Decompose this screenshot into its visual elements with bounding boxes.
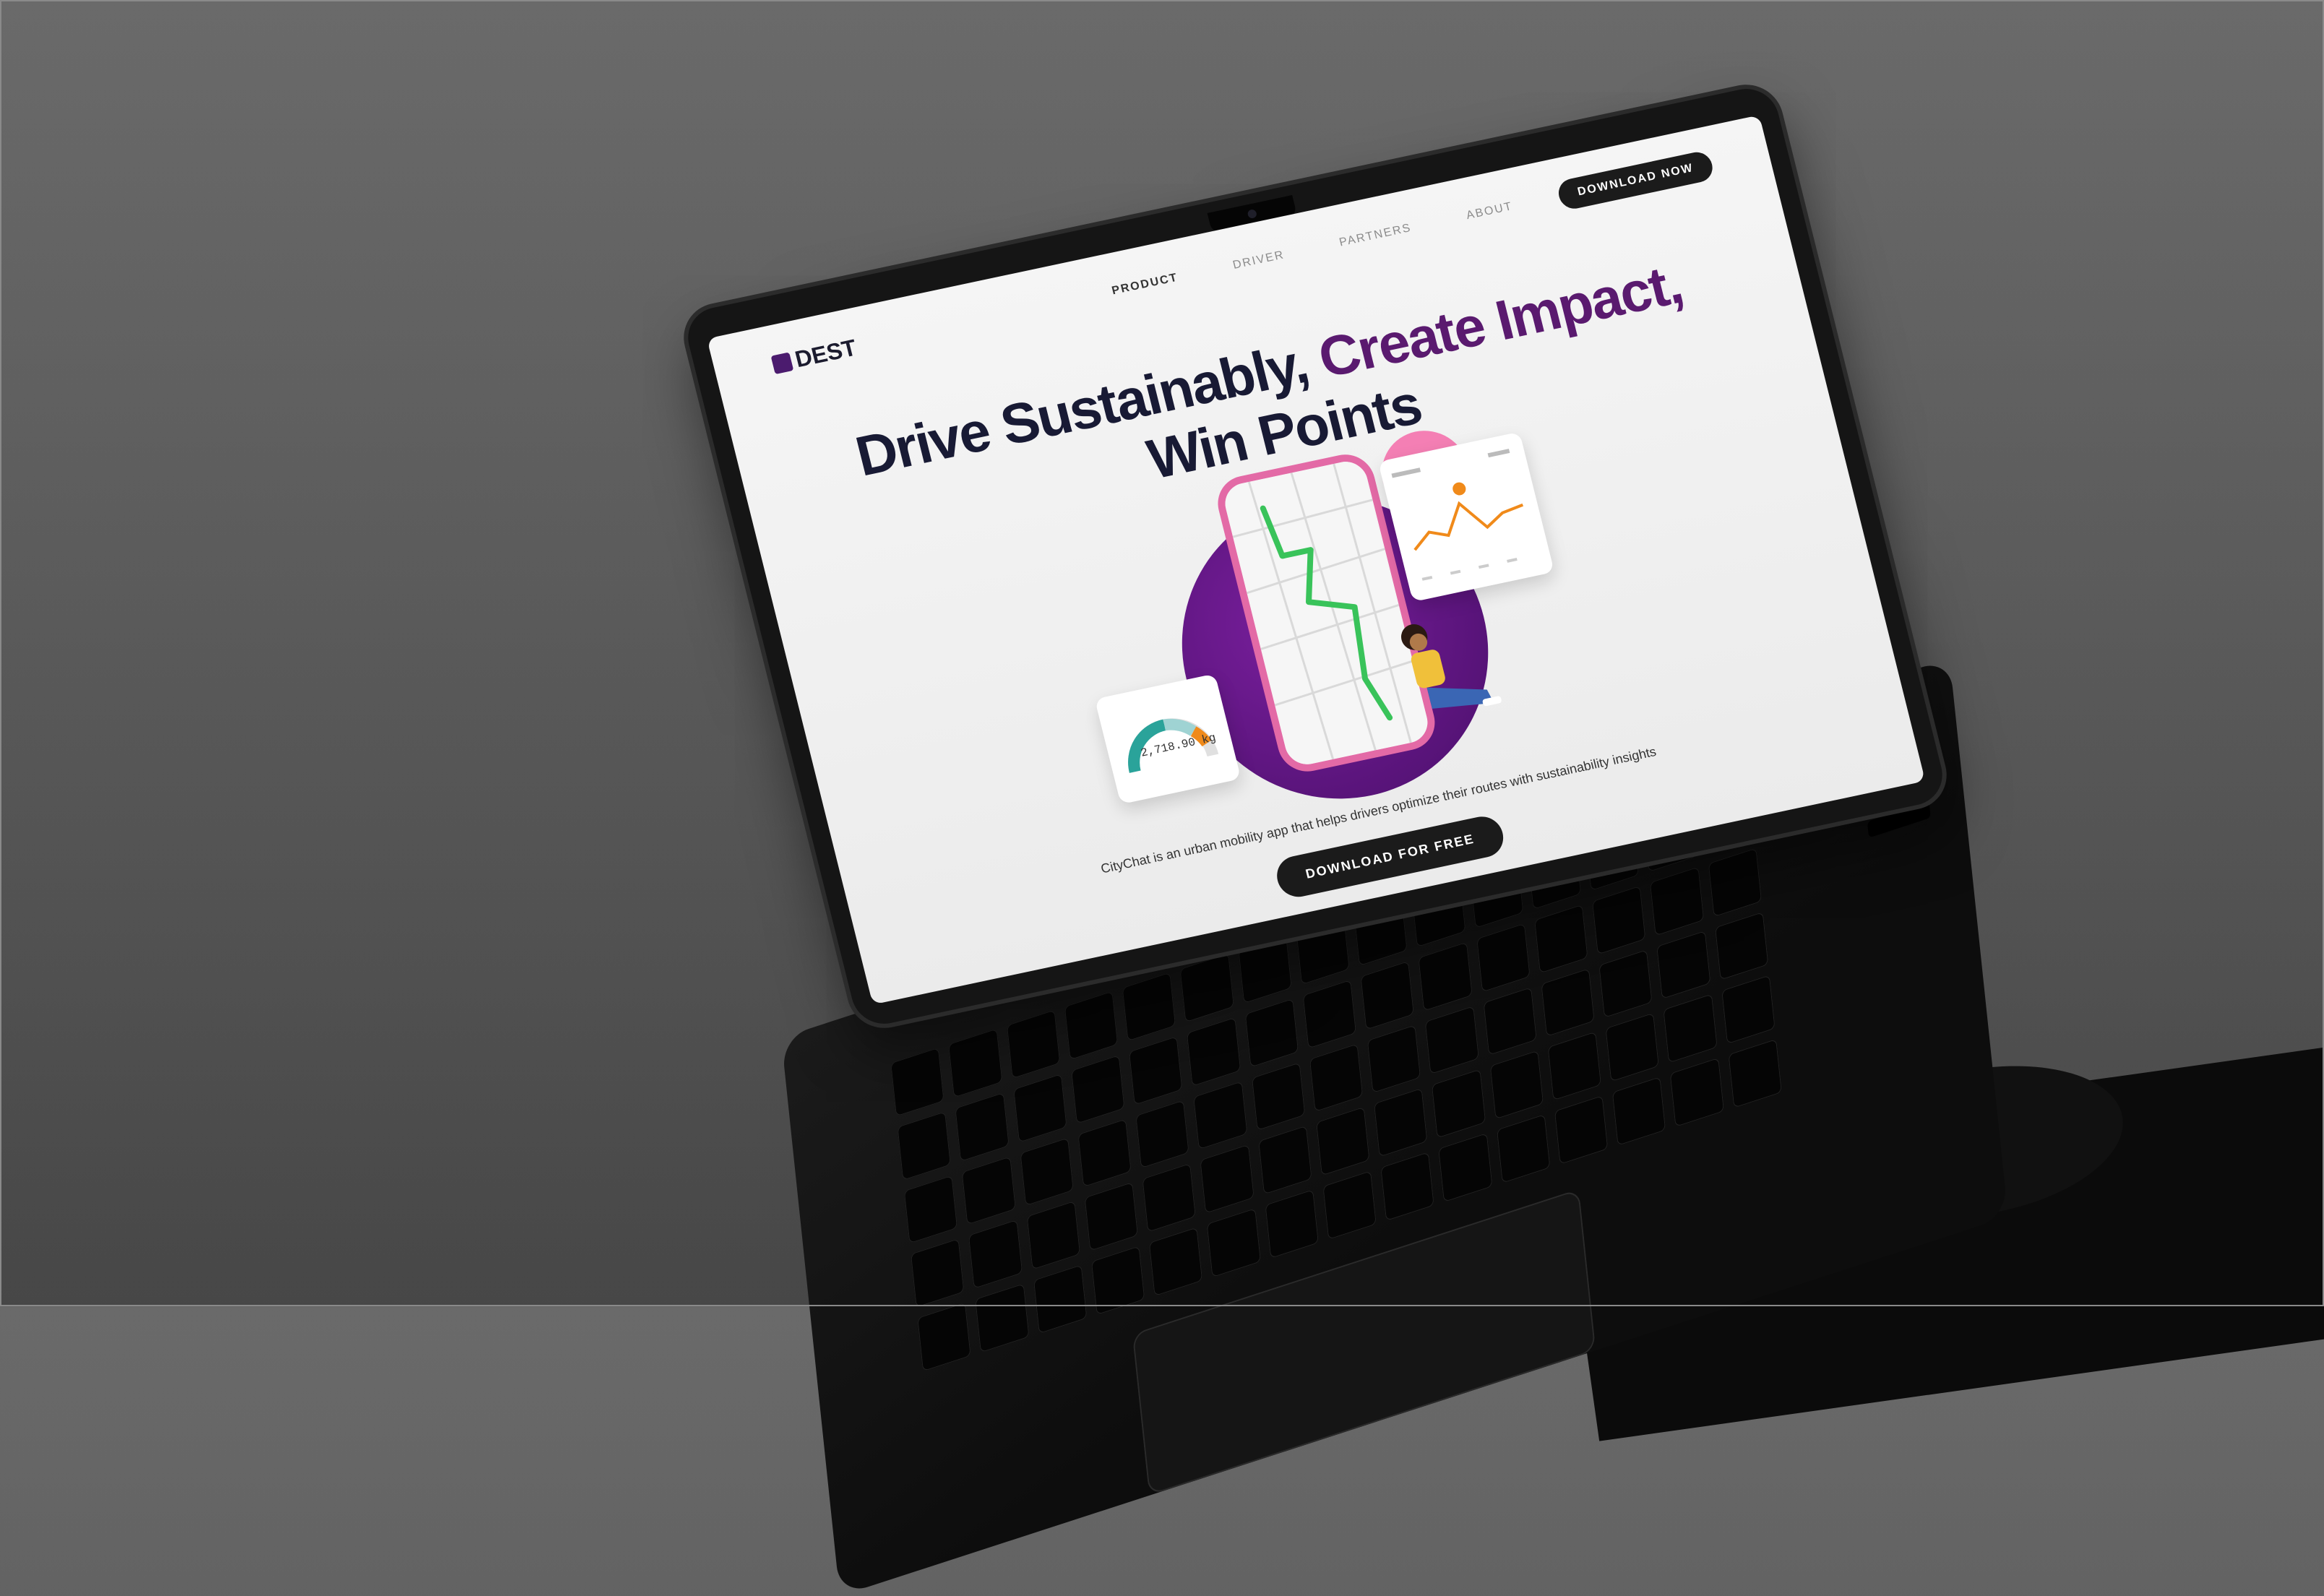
keyboard-key (1438, 1133, 1493, 1202)
keyboard-key (1033, 1264, 1088, 1334)
keyboard-key (1302, 979, 1357, 1049)
keyboard-key (961, 1156, 1016, 1225)
nav-link-partners[interactable]: PARTNERS (1338, 222, 1413, 250)
keyboard-key (903, 1175, 958, 1244)
keyboard-key (1670, 1058, 1724, 1127)
keyboard-key (911, 1238, 965, 1308)
keyboard-key (1534, 904, 1588, 974)
keyboard-key (1187, 1017, 1241, 1087)
keyboard-key (1432, 1069, 1486, 1139)
keyboard-key (1193, 1080, 1248, 1150)
keyboard-key (1547, 1031, 1602, 1101)
brand-logo[interactable]: DEST (770, 335, 859, 378)
keyboard-key (1418, 941, 1473, 1011)
keyboard-key (955, 1092, 1010, 1162)
keyboard-key (1611, 1077, 1666, 1146)
nav-link-about[interactable]: ABOUT (1465, 200, 1514, 223)
keyboard-key (1656, 930, 1711, 1000)
gauge-icon (1128, 718, 1219, 773)
keyboard-key (1425, 1005, 1479, 1075)
keyboard-key (1541, 967, 1595, 1038)
nav-link-driver[interactable]: DRIVER (1231, 249, 1286, 272)
keyboard-key (1322, 1170, 1377, 1241)
keyboard-key (1064, 991, 1119, 1061)
keyboard-key (1650, 866, 1704, 936)
keyboard-key (897, 1110, 952, 1181)
logo-text: DEST (792, 334, 859, 373)
keyboard-key (1084, 1182, 1139, 1251)
keyboard-key (1207, 1208, 1261, 1278)
keyboard-key (1598, 949, 1653, 1019)
keyboard-key (1200, 1144, 1254, 1214)
keyboard-key (1122, 972, 1176, 1042)
keyboard-key (917, 1302, 971, 1372)
keyboard-key (1592, 885, 1646, 955)
keyboard-key (1483, 986, 1537, 1056)
nav-links: PRODUCT DRIVER PARTNERS ABOUT (1111, 200, 1515, 298)
keyboard-key (968, 1220, 1023, 1290)
keyboard-key (1605, 1012, 1660, 1082)
keyboard-key (975, 1283, 1030, 1353)
keyboard-key (1179, 953, 1234, 1023)
keyboard-key (1251, 1061, 1306, 1131)
keyboard-key (1360, 960, 1415, 1030)
emissions-gauge-card: 2,718.90 kg (1094, 673, 1241, 805)
keyboard-key (1374, 1088, 1428, 1157)
keyboard-key (1554, 1095, 1609, 1165)
keyboard-key (1496, 1114, 1551, 1183)
keyboard-key (1489, 1050, 1544, 1120)
keyboard-key (1265, 1189, 1319, 1259)
keyboard-key (1663, 993, 1718, 1064)
logo-mark-icon (770, 351, 794, 374)
headline-part-2: Create Impact, (1312, 251, 1688, 390)
keyboard-key (1309, 1043, 1364, 1113)
keyboard-key (1721, 975, 1776, 1045)
keyboard-key (1316, 1107, 1370, 1176)
nav-link-product[interactable]: PRODUCT (1111, 272, 1179, 298)
keyboard-key (1142, 1163, 1197, 1233)
keyboard-key (1728, 1039, 1782, 1108)
keyboard-key (948, 1028, 1002, 1098)
keyboard-key (1135, 1099, 1189, 1169)
keyboard-key (1257, 1126, 1312, 1195)
keyboard-key (1476, 923, 1531, 993)
keyboard-key (1714, 911, 1769, 981)
keyboard-key (1367, 1024, 1421, 1094)
download-now-button[interactable]: DOWNLOAD NOW (1555, 149, 1716, 212)
keyboard-key (1020, 1136, 1074, 1207)
keyboard-key (1129, 1035, 1183, 1105)
keyboard-key (1708, 847, 1763, 918)
keyboard-key (1380, 1152, 1435, 1222)
keyboard-key (1090, 1246, 1145, 1316)
keyboard-key (1006, 1009, 1061, 1079)
keyboard-key (1026, 1201, 1080, 1270)
keyboard-key (1070, 1054, 1125, 1124)
keyboard-key (1148, 1227, 1203, 1297)
keyboard-key (1244, 998, 1299, 1068)
keyboard-key (1077, 1118, 1132, 1188)
keyboard-key (1012, 1073, 1067, 1143)
keyboard-key (890, 1047, 944, 1117)
